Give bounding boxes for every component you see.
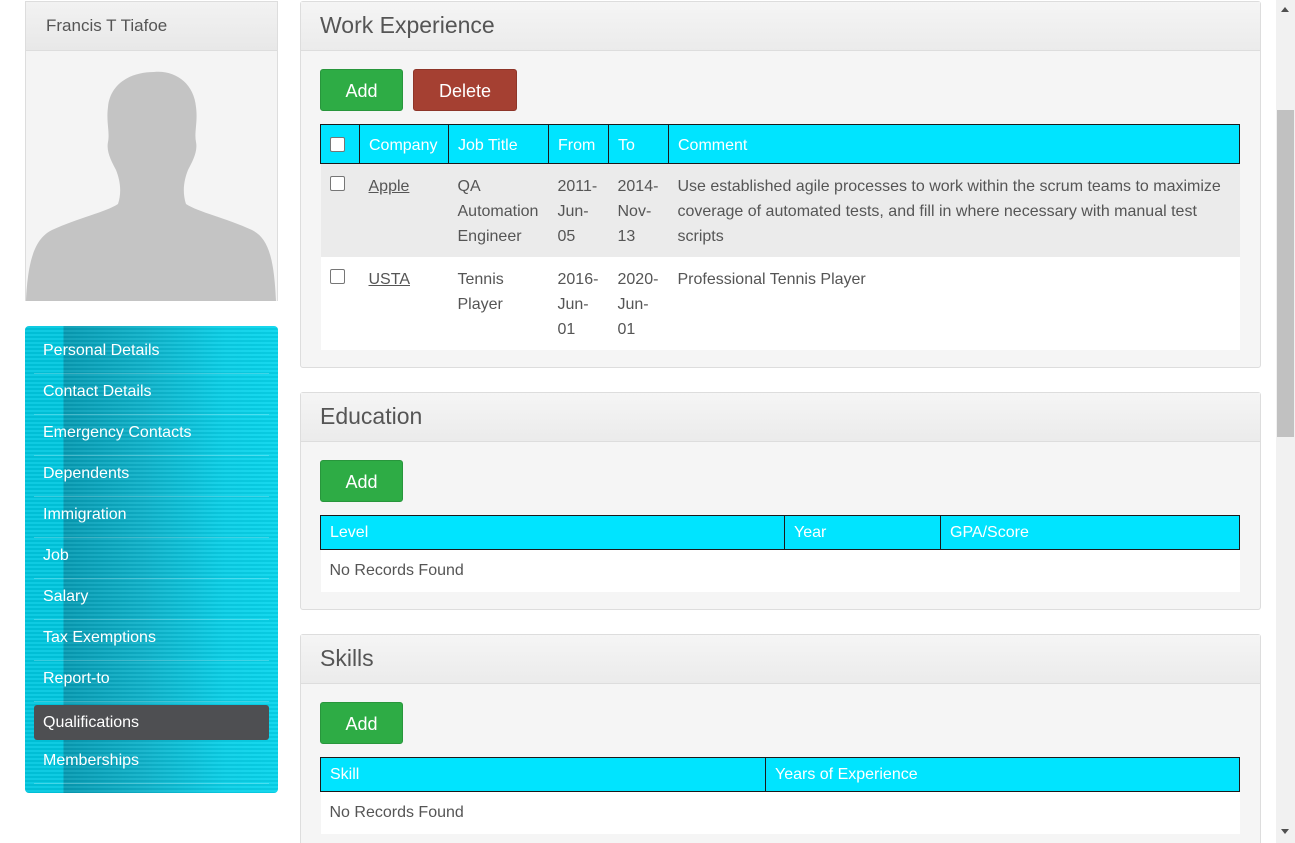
profile-card: Francis T Tiafoe bbox=[25, 1, 278, 301]
from-date-cell: 2011- Jun- 05 bbox=[548, 163, 609, 257]
table-header-row: Skill Years of Experience bbox=[320, 757, 1240, 792]
sidebar-item-emergency-contacts[interactable]: Emergency Contacts bbox=[34, 415, 269, 456]
company-cell: USTA bbox=[359, 257, 449, 350]
skills-panel: Skills Add Skill Years of Experience No … bbox=[300, 634, 1261, 843]
profile-side-nav: Personal Details Contact Details Emergen… bbox=[25, 326, 278, 793]
from-date-part: Jun- bbox=[557, 203, 589, 220]
column-header-from[interactable]: From bbox=[548, 124, 609, 164]
column-header-to[interactable]: To bbox=[608, 124, 669, 164]
comment-cell: Professional Tennis Player bbox=[668, 257, 1240, 350]
to-date-part: 13 bbox=[617, 228, 636, 245]
from-date-cell: 2016- Jun- 01 bbox=[548, 257, 609, 350]
education-table: Level Year GPA/Score No Records Found bbox=[320, 515, 1240, 592]
select-all-cell bbox=[320, 124, 360, 164]
scroll-down-arrow-icon[interactable] bbox=[1281, 829, 1289, 834]
table-header-row: Level Year GPA/Score bbox=[320, 515, 1240, 550]
sidebar-item-dependents[interactable]: Dependents bbox=[34, 456, 269, 497]
sidebar-item-contact-details[interactable]: Contact Details bbox=[34, 374, 269, 415]
default-person-silhouette-icon bbox=[26, 71, 276, 301]
table-row: No Records Found bbox=[320, 549, 1240, 592]
column-header-comment[interactable]: Comment bbox=[668, 124, 1240, 164]
company-cell: Apple bbox=[359, 163, 449, 257]
job-title-cell: QA Automation Engineer bbox=[448, 163, 549, 257]
from-date-part: 01 bbox=[557, 321, 576, 338]
job-title-line: Automation bbox=[457, 203, 539, 220]
to-date-part: Nov- bbox=[617, 203, 652, 220]
column-header-years-of-experience[interactable]: Years of Experience bbox=[765, 757, 1240, 792]
column-header-year[interactable]: Year bbox=[784, 515, 941, 550]
job-title-line: Engineer bbox=[457, 228, 522, 245]
work-experience-title: Work Experience bbox=[301, 2, 1260, 51]
add-work-experience-button[interactable]: Add bbox=[320, 69, 403, 111]
sidebar-item-personal-details[interactable]: Personal Details bbox=[34, 333, 269, 374]
job-title-line: Player bbox=[457, 296, 503, 313]
scrollbar-thumb[interactable] bbox=[1277, 110, 1294, 437]
to-date-cell: 2020- Jun- 01 bbox=[608, 257, 669, 350]
add-education-button[interactable]: Add bbox=[320, 460, 403, 502]
to-date-part: 01 bbox=[617, 321, 636, 338]
row-checkbox[interactable] bbox=[329, 269, 345, 284]
to-date-cell: 2014- Nov- 13 bbox=[608, 163, 669, 257]
to-date-part: 2020- bbox=[617, 271, 659, 288]
work-experience-panel: Work Experience Add Delete Company Job T… bbox=[300, 1, 1261, 368]
from-date-part: Jun- bbox=[557, 296, 589, 313]
sidebar-item-memberships[interactable]: Memberships bbox=[34, 743, 269, 784]
table-row: No Records Found bbox=[320, 791, 1240, 834]
sidebar-item-tax-exemptions[interactable]: Tax Exemptions bbox=[34, 620, 269, 661]
row-select-cell bbox=[320, 163, 360, 257]
education-title: Education bbox=[301, 393, 1260, 442]
from-date-part: 2016- bbox=[557, 271, 599, 288]
column-header-company[interactable]: Company bbox=[359, 124, 449, 164]
table-row: Apple QA Automation Engineer 2011- Jun- 05 2… bbox=[320, 163, 1240, 257]
add-skill-button[interactable]: Add bbox=[320, 702, 403, 744]
sidebar-item-job[interactable]: Job bbox=[34, 538, 269, 579]
to-date-part: Jun- bbox=[617, 296, 649, 313]
skills-title: Skills bbox=[301, 635, 1260, 684]
delete-work-experience-button[interactable]: Delete bbox=[413, 69, 517, 111]
avatar[interactable] bbox=[26, 52, 277, 301]
skills-table: Skill Years of Experience No Records Fou… bbox=[320, 757, 1240, 834]
column-header-job-title[interactable]: Job Title bbox=[448, 124, 549, 164]
sidebar-item-salary[interactable]: Salary bbox=[34, 579, 269, 620]
job-title-line: QA bbox=[457, 178, 481, 195]
comment-cell: Use established agile processes to work … bbox=[668, 163, 1240, 257]
work-experience-table: Company Job Title From To Comment Apple … bbox=[320, 124, 1240, 350]
column-header-gpa-score[interactable]: GPA/Score bbox=[940, 515, 1240, 550]
from-date-part: 2011- bbox=[557, 178, 598, 195]
job-title-line: Tennis bbox=[457, 271, 504, 288]
select-all-checkbox[interactable] bbox=[330, 137, 345, 152]
row-checkbox[interactable] bbox=[329, 176, 345, 191]
sidebar-item-qualifications[interactable]: Qualifications bbox=[34, 705, 269, 740]
profile-name: Francis T Tiafoe bbox=[26, 2, 277, 51]
no-records-message: No Records Found bbox=[320, 791, 1240, 834]
column-header-level[interactable]: Level bbox=[320, 515, 785, 550]
sidebar-item-report-to[interactable]: Report-to bbox=[34, 661, 269, 702]
column-header-skill[interactable]: Skill bbox=[320, 757, 766, 792]
job-title-cell: Tennis Player bbox=[448, 257, 549, 350]
table-header-row: Company Job Title From To Comment bbox=[320, 124, 1240, 164]
education-panel: Education Add Level Year GPA/Score No Re… bbox=[300, 392, 1261, 610]
company-link[interactable]: USTA bbox=[369, 271, 410, 288]
scroll-up-arrow-icon[interactable] bbox=[1281, 7, 1289, 12]
table-row: USTA Tennis Player 2016- Jun- 01 2020- Jun- 0… bbox=[320, 257, 1240, 350]
sidebar-item-immigration[interactable]: Immigration bbox=[34, 497, 269, 538]
page-scrollbar[interactable] bbox=[1276, 0, 1295, 843]
row-select-cell bbox=[320, 257, 360, 350]
from-date-part: 05 bbox=[557, 228, 576, 245]
company-link[interactable]: Apple bbox=[369, 178, 410, 195]
no-records-message: No Records Found bbox=[320, 549, 1240, 592]
to-date-part: 2014- bbox=[617, 178, 659, 195]
